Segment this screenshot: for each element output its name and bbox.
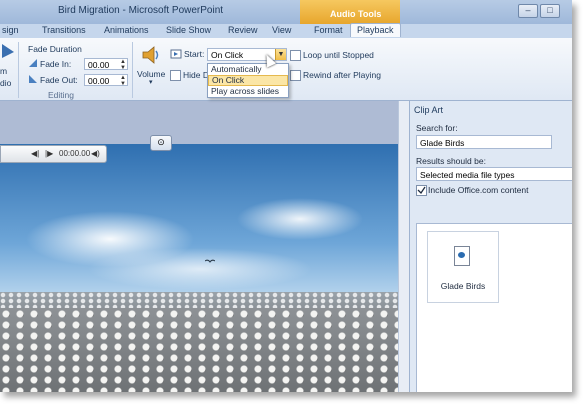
hide-during-show-checkbox[interactable]: [170, 70, 181, 81]
audio-file-icon: [454, 246, 470, 266]
tab-review[interactable]: Review: [228, 25, 258, 35]
results-label: Results should be:: [416, 156, 486, 166]
rewind-label: Rewind after Playing: [303, 70, 381, 80]
option-play-across-slides[interactable]: Play across slides: [208, 86, 288, 97]
clip-art-pane: Clip Art Search for: Glade Birds Results…: [409, 101, 572, 392]
start-label: Start:: [184, 49, 205, 59]
results-box: Glade Birds: [416, 223, 572, 392]
media-type-value: Selected media file types: [420, 170, 515, 180]
loop-checkbox[interactable]: [290, 50, 301, 61]
vertical-scrollbar[interactable]: [398, 101, 409, 392]
window-title: Bird Migration - Microsoft PowerPoint: [58, 5, 224, 16]
loop-label: Loop until Stopped: [303, 50, 374, 60]
minimize-button[interactable]: –: [518, 4, 538, 18]
fade-out-label: Fade Out:: [40, 75, 78, 85]
audio-tools-context-tab: Audio Tools: [300, 0, 400, 24]
option-on-click[interactable]: On Click: [208, 75, 288, 86]
flying-bird-icon: [205, 259, 215, 263]
tab-format[interactable]: Format: [314, 25, 343, 35]
forward-icon[interactable]: |▶: [45, 149, 53, 158]
hide-label: Hide D: [183, 70, 209, 80]
editing-group-label: Editing: [48, 90, 74, 100]
tab-transitions[interactable]: Transitions: [42, 25, 86, 35]
rewind-icon[interactable]: ◀|: [31, 149, 39, 158]
fade-out-icon: [29, 75, 37, 83]
tab-animations[interactable]: Animations: [104, 25, 149, 35]
search-value: Glade Birds: [420, 138, 465, 148]
audio-tools-label: Audio Tools: [330, 9, 382, 19]
colony-near: [0, 308, 398, 392]
go-button[interactable]: ⊙: [150, 135, 172, 151]
start-value: On Click: [211, 50, 244, 60]
checkmark-icon: [417, 186, 426, 195]
media-type-select[interactable]: Selected media file types: [416, 167, 572, 181]
spinner-arrows-icon[interactable]: ▲ ▼: [120, 59, 126, 71]
speaker-icon[interactable]: [140, 44, 162, 66]
separator: [132, 42, 133, 98]
pane-title: Clip Art: [414, 105, 444, 115]
tab-design[interactable]: sign: [2, 25, 19, 35]
start-dropdown-menu: Automatically On Click Play across slide…: [207, 63, 289, 98]
audio-play-bar[interactable]: ◀| |▶ 00:00.00 ◀): [0, 145, 107, 163]
option-automatically[interactable]: Automatically: [208, 64, 288, 75]
fade-duration-label: Fade Duration: [28, 44, 82, 54]
maximize-button[interactable]: □: [540, 4, 560, 18]
fade-in-value: 00.00: [88, 60, 110, 70]
partial-label-2: dio: [0, 78, 12, 88]
include-office-label: Include Office.com content: [428, 185, 529, 195]
tab-slide-show[interactable]: Slide Show: [166, 25, 211, 35]
fade-in-icon: [29, 59, 37, 67]
result-name: Glade Birds: [440, 281, 486, 291]
rewind-checkbox[interactable]: [290, 70, 301, 81]
start-combo[interactable]: On Click ▼: [207, 48, 287, 61]
result-thumbnail[interactable]: Glade Birds: [427, 231, 499, 303]
powerpoint-window: Bird Migration - Microsoft PowerPoint Au…: [0, 0, 572, 392]
search-for-label: Search for:: [416, 123, 458, 133]
tab-playback[interactable]: Playback: [350, 23, 401, 37]
chevron-down-icon[interactable]: ▾: [149, 78, 153, 86]
include-office-checkbox[interactable]: [416, 185, 427, 196]
fade-in-label: Fade In:: [40, 59, 72, 69]
fade-out-value: 00.00: [88, 76, 110, 86]
partial-label-1: m: [0, 66, 8, 76]
tab-view[interactable]: View: [272, 25, 291, 35]
fade-out-spinner[interactable]: 00.00 ▲ ▼: [84, 74, 128, 87]
ribbon-tabs: sign Transitions Animations Slide Show R…: [0, 23, 572, 38]
start-icon: [170, 49, 182, 59]
separator: [18, 42, 19, 98]
search-input[interactable]: Glade Birds: [416, 135, 552, 149]
spinner-arrows-icon[interactable]: ▲ ▼: [120, 75, 126, 87]
chevron-down-icon[interactable]: ▼: [275, 49, 286, 60]
media-icon[interactable]: [0, 42, 16, 60]
fade-in-spinner[interactable]: 00.00 ▲ ▼: [84, 58, 128, 71]
play-time: 00:00.00: [59, 149, 91, 158]
volume-icon[interactable]: ◀): [91, 149, 100, 158]
title-bar: Bird Migration - Microsoft PowerPoint Au…: [0, 0, 572, 24]
